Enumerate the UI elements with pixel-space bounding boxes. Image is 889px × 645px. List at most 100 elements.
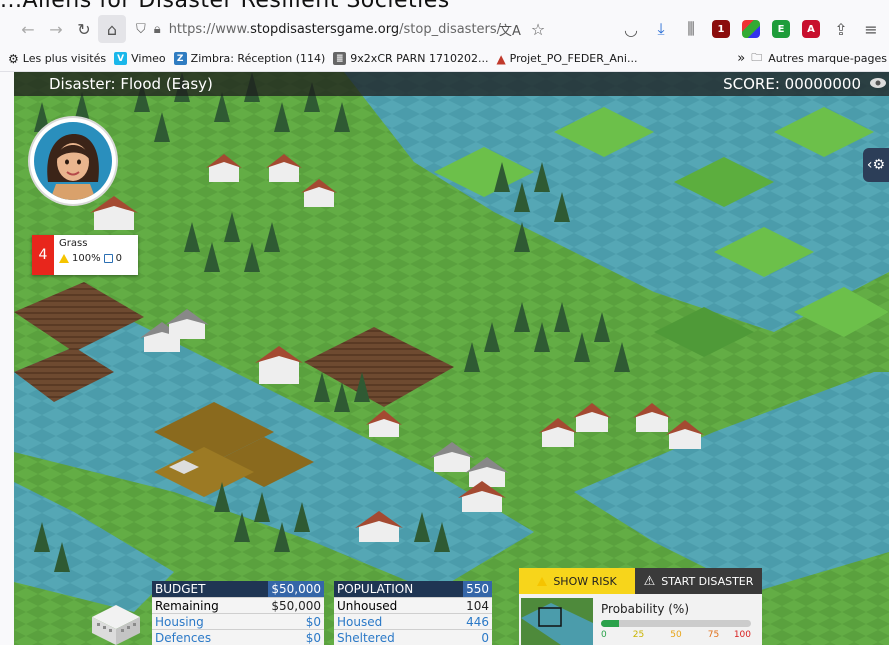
population-row-label: Housed — [337, 614, 383, 629]
tile-risk-number: 4 — [32, 235, 54, 275]
probability-tick-label: 50 — [670, 630, 682, 640]
budget-row-value: $0 — [305, 614, 321, 629]
eye-icon[interactable] — [869, 77, 887, 89]
bookmark-label: 9x2xCR PARN 1710202... — [350, 52, 489, 65]
probability-bar — [601, 620, 751, 627]
tile-terrain: Grass — [59, 238, 88, 249]
game-canvas[interactable]: Disaster: Flood (Easy) SCORE: 00000000 ‹… — [14, 72, 889, 645]
url-path: /stop_disasters/ — [399, 21, 502, 37]
advisor-avatar[interactable] — [30, 118, 116, 204]
share-icon[interactable]: ⇪ — [827, 15, 855, 43]
bookmark-label: Vimeo — [131, 52, 166, 65]
bookmarks-overflow-button[interactable]: » — [737, 51, 745, 66]
bookmark-projet[interactable]: ▲ Projet_PO_FEDER_Ani... — [496, 52, 637, 66]
a-logo-icon: ▲ — [496, 51, 506, 66]
download-icon[interactable]: ⤓ — [647, 15, 675, 43]
probability-ticks: 0 25 50 75 100 — [601, 630, 751, 642]
budget-row-label: Remaining — [155, 598, 219, 613]
probability-tick-label: 100 — [733, 630, 751, 640]
table-row: Defences $0 — [152, 629, 324, 645]
isometric-map[interactable] — [14, 72, 889, 645]
other-bookmarks-folder[interactable]: Autres marque-pages — [768, 52, 887, 65]
table-row: Remaining $50,000 — [152, 597, 324, 613]
disaster-title: Disaster: Flood (Easy) — [49, 75, 213, 93]
green-extension-icon[interactable]: E — [767, 15, 795, 43]
bookmark-most-visited[interactable]: ⚙ Les plus visités — [8, 52, 106, 66]
game-header-bar: Disaster: Flood (Easy) SCORE: 00000000 — [14, 72, 889, 96]
shield-icon: ⛉ — [136, 21, 146, 37]
population-total: 550 — [463, 581, 492, 597]
show-risk-button[interactable]: SHOW RISK — [519, 568, 635, 594]
show-risk-label: SHOW RISK — [553, 574, 617, 588]
translate-icon[interactable]: 文A — [496, 15, 524, 43]
budget-row-value: $50,000 — [271, 598, 321, 613]
stats-panel: BUDGET $50,000 Remaining $50,000 Housing… — [152, 581, 492, 645]
ublock-extension-icon[interactable]: 1 — [707, 15, 735, 43]
bookmark-document[interactable]: ≣ 9x2xCR PARN 1710202... — [333, 52, 488, 65]
bookmark-label: Les plus visités — [22, 52, 107, 65]
warning-outline-icon: ⚠ — [643, 573, 656, 589]
bookmark-label: Projet_PO_FEDER_Ani... — [509, 52, 638, 65]
minimap[interactable] — [521, 598, 593, 645]
bookmark-zimbra[interactable]: Z Zimbra: Réception (114) — [173, 52, 326, 65]
tile-housing-count: 0 — [115, 253, 122, 264]
hospital-building-icon[interactable] — [88, 597, 144, 645]
advisor-portrait-icon — [47, 134, 99, 200]
probability-tick-label: 25 — [632, 630, 645, 640]
population-header: POPULATION 550 — [334, 581, 492, 597]
probability-tick-label: 0 — [601, 630, 607, 640]
document-icon: ≣ — [333, 52, 347, 65]
score-display: SCORE: 00000000 — [723, 75, 861, 93]
start-disaster-label: START DISASTER — [661, 574, 754, 588]
bookmark-star-icon[interactable]: ☆ — [524, 15, 552, 43]
budget-total: $50,000 — [268, 581, 324, 597]
population-row-value: 446 — [466, 614, 489, 629]
warning-icon — [537, 576, 548, 586]
budget-table: BUDGET $50,000 Remaining $50,000 Housing… — [152, 581, 324, 645]
population-header-label: POPULATION — [337, 582, 414, 596]
url-host: stopdisastersgame.org — [250, 21, 400, 37]
forward-arrow-icon[interactable]: → — [42, 15, 70, 43]
start-disaster-button[interactable]: ⚠ START DISASTER — [635, 568, 762, 594]
page-title: ...Aliens for Disaster Resilient Societi… — [0, 0, 450, 12]
budget-row-label: Defences — [155, 630, 212, 645]
browser-toolbar: ← → ↻ ⌂ ⛉ 🔒︎ https://www. stopdisastersga… — [0, 12, 889, 46]
population-row-label: Unhoused — [337, 598, 398, 613]
population-row-label: Sheltered — [337, 630, 395, 645]
extension-badge: 1 — [712, 20, 730, 38]
tile-risk-percent: 100% — [72, 253, 101, 264]
probability-tick-label: 75 — [707, 630, 720, 640]
url-prefix: https://www. — [168, 21, 251, 37]
table-row: Unhoused 104 — [334, 597, 492, 613]
warning-icon — [59, 254, 69, 263]
gear-icon: ⚙ — [8, 51, 19, 66]
bookmark-label: Zimbra: Réception (114) — [190, 52, 326, 65]
home-icon[interactable]: ⌂ — [98, 15, 126, 43]
probability-title: Probability (%) — [601, 602, 690, 616]
bookmark-vimeo[interactable]: V Vimeo — [114, 52, 166, 65]
reload-icon[interactable]: ↻ — [70, 15, 98, 43]
budget-row-label: Housing — [155, 614, 204, 629]
pdf-extension-icon[interactable]: A — [797, 15, 825, 43]
budget-header-label: BUDGET — [155, 582, 206, 596]
gear-icon: ⚙ — [872, 157, 886, 173]
url-bar[interactable]: ⛉ 🔒︎ https://www. stopdisastersgame.org/s… — [136, 15, 501, 43]
folder-icon: 🗀 — [751, 51, 763, 64]
tile-info-card: 4 Grass 100% 0 — [32, 235, 138, 275]
budget-row-value: $0 — [305, 630, 321, 645]
budget-header: BUDGET $50,000 — [152, 581, 324, 597]
library-icon[interactable]: ⫼ — [677, 15, 705, 43]
settings-tab[interactable]: ‹ ⚙ — [863, 148, 889, 182]
population-row-value: 104 — [466, 598, 489, 613]
house-icon — [103, 254, 113, 263]
population-table: POPULATION 550 Unhoused 104 Housed 446 S… — [334, 581, 492, 645]
back-arrow-icon[interactable]: ← — [14, 15, 42, 43]
table-row: Housing $0 — [152, 613, 324, 629]
lock-icon: 🔒︎ — [153, 21, 161, 37]
menu-icon[interactable]: ≡ — [857, 15, 885, 43]
table-row: Housed 446 — [334, 613, 492, 629]
multicolor-extension-icon[interactable] — [737, 15, 765, 43]
table-row: Sheltered 0 — [334, 629, 492, 645]
page-title-strip: ...Aliens for Disaster Resilient Societi… — [0, 0, 889, 12]
pocket-icon[interactable]: ◡ — [617, 15, 645, 43]
